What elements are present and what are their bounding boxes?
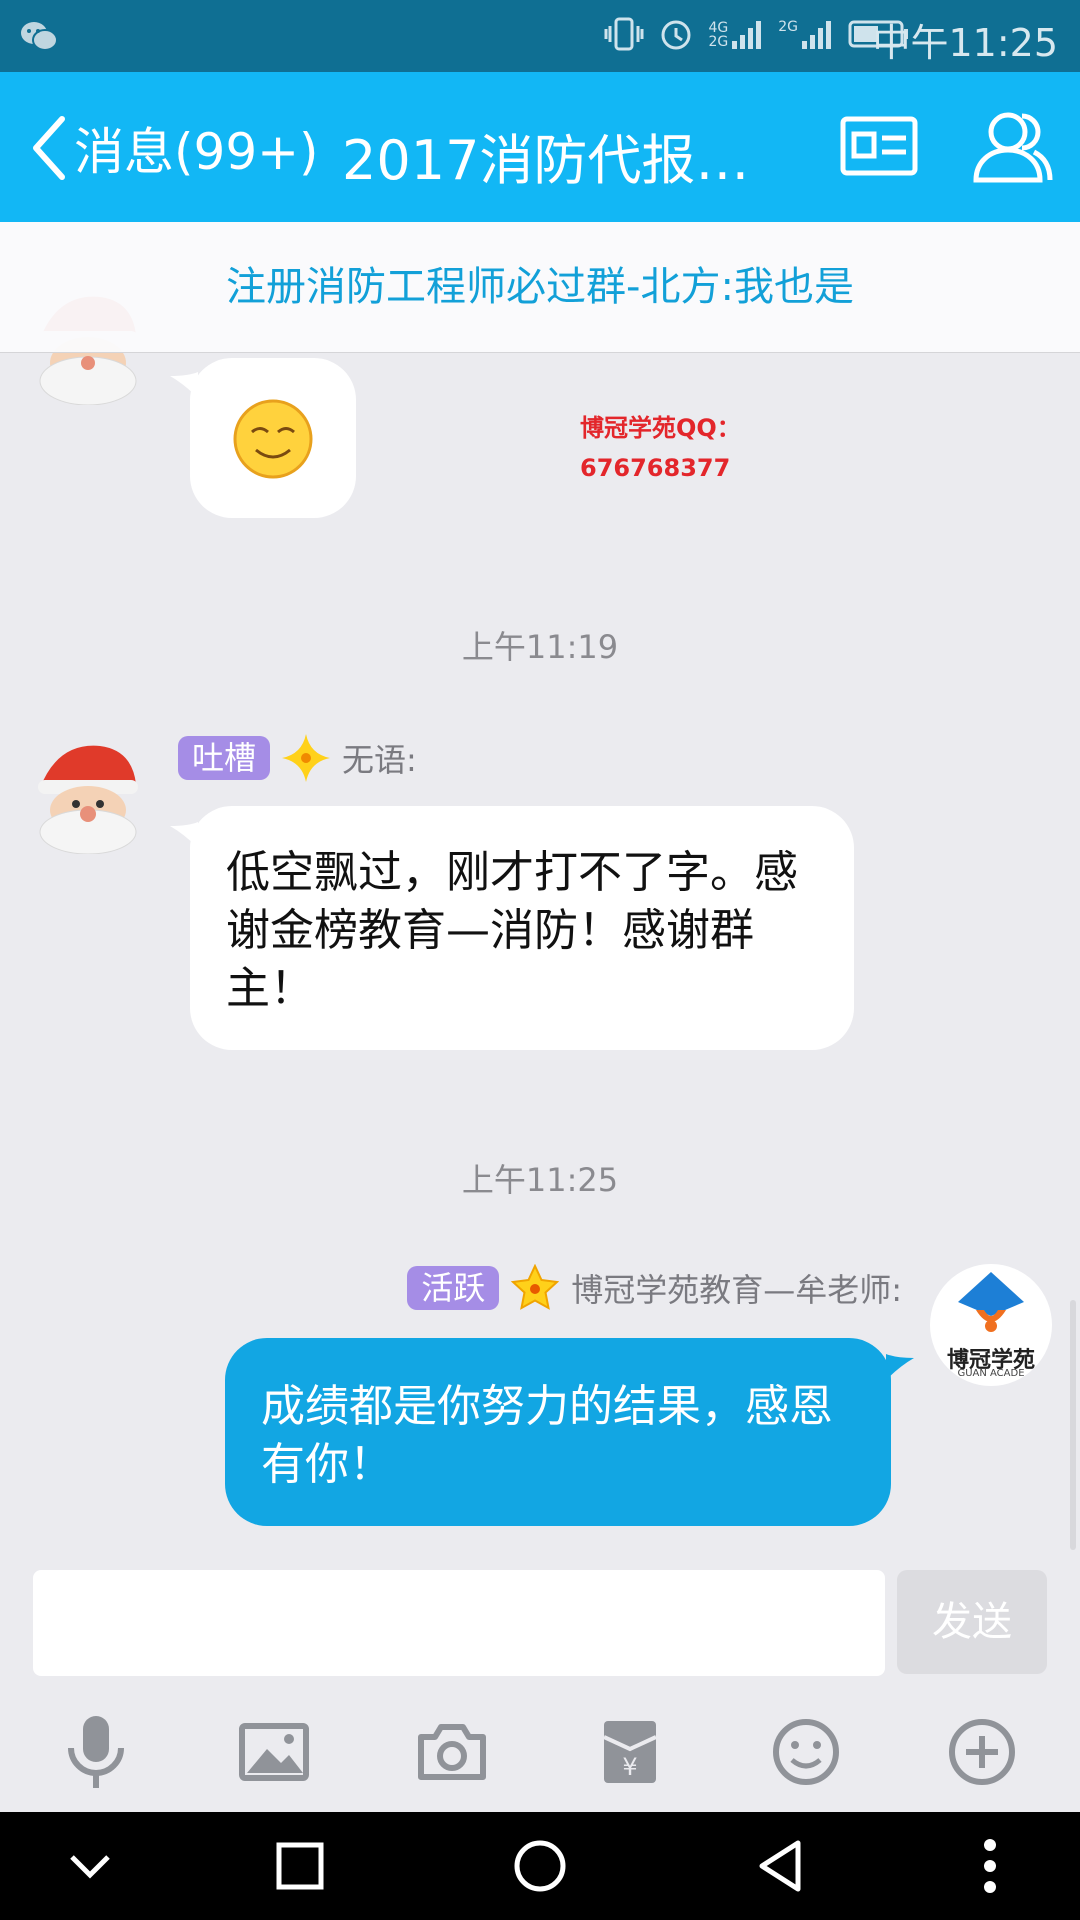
square-icon — [276, 1842, 324, 1890]
star-badge-icon — [511, 1264, 560, 1310]
message-bubble[interactable]: 低空飘过，刚才打不了字。感谢金榜教育—消防！感谢群主！ — [190, 806, 854, 1050]
banner-text: 注册消防工程师必过群-北方:我也是 — [226, 264, 854, 310]
red-packet-button[interactable]: ¥ — [590, 1712, 670, 1792]
emoji-button[interactable] — [766, 1712, 846, 1792]
diamond-badge-icon — [282, 734, 331, 782]
triangle-back-icon — [759, 1840, 801, 1892]
academy-logo-icon — [958, 1272, 1024, 1332]
sender-name: 博冠学苑教育—牟老师: — [571, 1271, 902, 1309]
system-navigation-bar — [0, 1812, 1080, 1920]
member-tag: 吐槽 — [178, 736, 271, 780]
chevron-left-icon — [33, 116, 65, 180]
watermark: 博冠学苑QQ： 676768377 — [580, 408, 741, 488]
message-bubble[interactable]: 成绩都是你努力的结果，感恩有你！ — [225, 1338, 891, 1526]
svg-text:¥: ¥ — [622, 1753, 637, 1781]
alarm-icon — [661, 20, 691, 50]
back-label: 消息(99+) — [74, 123, 319, 181]
red-packet-icon: ¥ — [603, 1721, 657, 1783]
group-members-button[interactable] — [972, 106, 1054, 190]
message-text: 成绩都是你努力的结果，感恩有你！ — [261, 1381, 833, 1490]
message-timestamp: 上午11:25 — [461, 1161, 619, 1199]
signal-4g-icon: 4G 2G — [708, 19, 764, 49]
group-profile-button[interactable] — [840, 116, 918, 180]
santa-avatar-icon — [38, 745, 138, 855]
image-button[interactable] — [234, 1712, 314, 1792]
sender-line: 吐槽 无语: — [178, 734, 417, 782]
sender-line: 活跃 博冠学苑教育—牟老师: — [407, 1264, 902, 1312]
send-button[interactable]: 发送 — [897, 1570, 1047, 1674]
watermark-line-1: 博冠学苑QQ： — [580, 414, 741, 442]
status-bar: 4G 2G 2G 中午11:25 — [0, 0, 1080, 72]
vibrate-icon — [604, 17, 644, 51]
network-4g-label: 4G — [708, 20, 729, 36]
id-card-icon — [840, 116, 918, 176]
recents-button[interactable] — [270, 1836, 330, 1896]
chevron-down-icon — [70, 1855, 110, 1879]
back-nav-button[interactable] — [750, 1836, 810, 1896]
circle-icon — [514, 1840, 566, 1892]
smile-emoji-icon — [233, 399, 313, 479]
microphone-icon — [68, 1716, 124, 1788]
system-indicators: 4G 2G 2G — [604, 16, 910, 52]
message-text: 低空飘过，刚才打不了字。感谢金榜教育—消防！感谢群主！ — [226, 847, 798, 1014]
pinned-message-banner[interactable]: 注册消防工程师必过群-北方:我也是 — [0, 222, 1080, 353]
camera-icon — [418, 1724, 486, 1780]
avatar[interactable] — [28, 734, 148, 855]
network-2g-label: 2G — [708, 34, 729, 50]
clock: 中午11:25 — [872, 21, 1058, 65]
sender-name: 无语: — [342, 741, 417, 779]
message-timestamp: 上午11:19 — [461, 628, 619, 666]
wechat-notification-icon — [20, 20, 58, 56]
chat-header: 消息(99+) 2017消防代报… — [0, 72, 1080, 222]
scrollbar[interactable] — [1070, 1300, 1076, 1550]
avatar[interactable]: 博冠学苑 GUAN ACADE — [930, 1264, 1052, 1386]
more-options-button[interactable] — [960, 1836, 1020, 1896]
plus-icon — [949, 1719, 1015, 1785]
hide-keyboard-button[interactable] — [60, 1836, 120, 1896]
camera-button[interactable] — [412, 1712, 492, 1792]
member-tag: 活跃 — [407, 1266, 500, 1310]
emoji-icon — [773, 1719, 839, 1785]
microphone-button[interactable] — [56, 1712, 136, 1792]
back-button[interactable]: 消息(99+) — [28, 112, 319, 184]
people-icon — [973, 112, 1053, 183]
chat-title: 2017消防代报… — [342, 129, 750, 192]
vertical-dots-icon — [984, 1839, 996, 1893]
avatar-sublabel: GUAN ACADE — [957, 1368, 1025, 1379]
network-2g-label-b: 2G — [778, 19, 798, 35]
composer-toolbar: ¥ — [0, 1692, 1080, 1812]
composer: 发送 — [0, 1562, 1080, 1692]
sticker-bubble[interactable] — [190, 358, 356, 518]
watermark-line-2: 676768377 — [580, 454, 731, 482]
signal-2g-icon: 2G — [778, 19, 834, 49]
image-icon — [239, 1723, 309, 1781]
plus-button[interactable] — [942, 1712, 1022, 1792]
home-button[interactable] — [510, 1836, 570, 1896]
message-input[interactable] — [33, 1570, 885, 1676]
